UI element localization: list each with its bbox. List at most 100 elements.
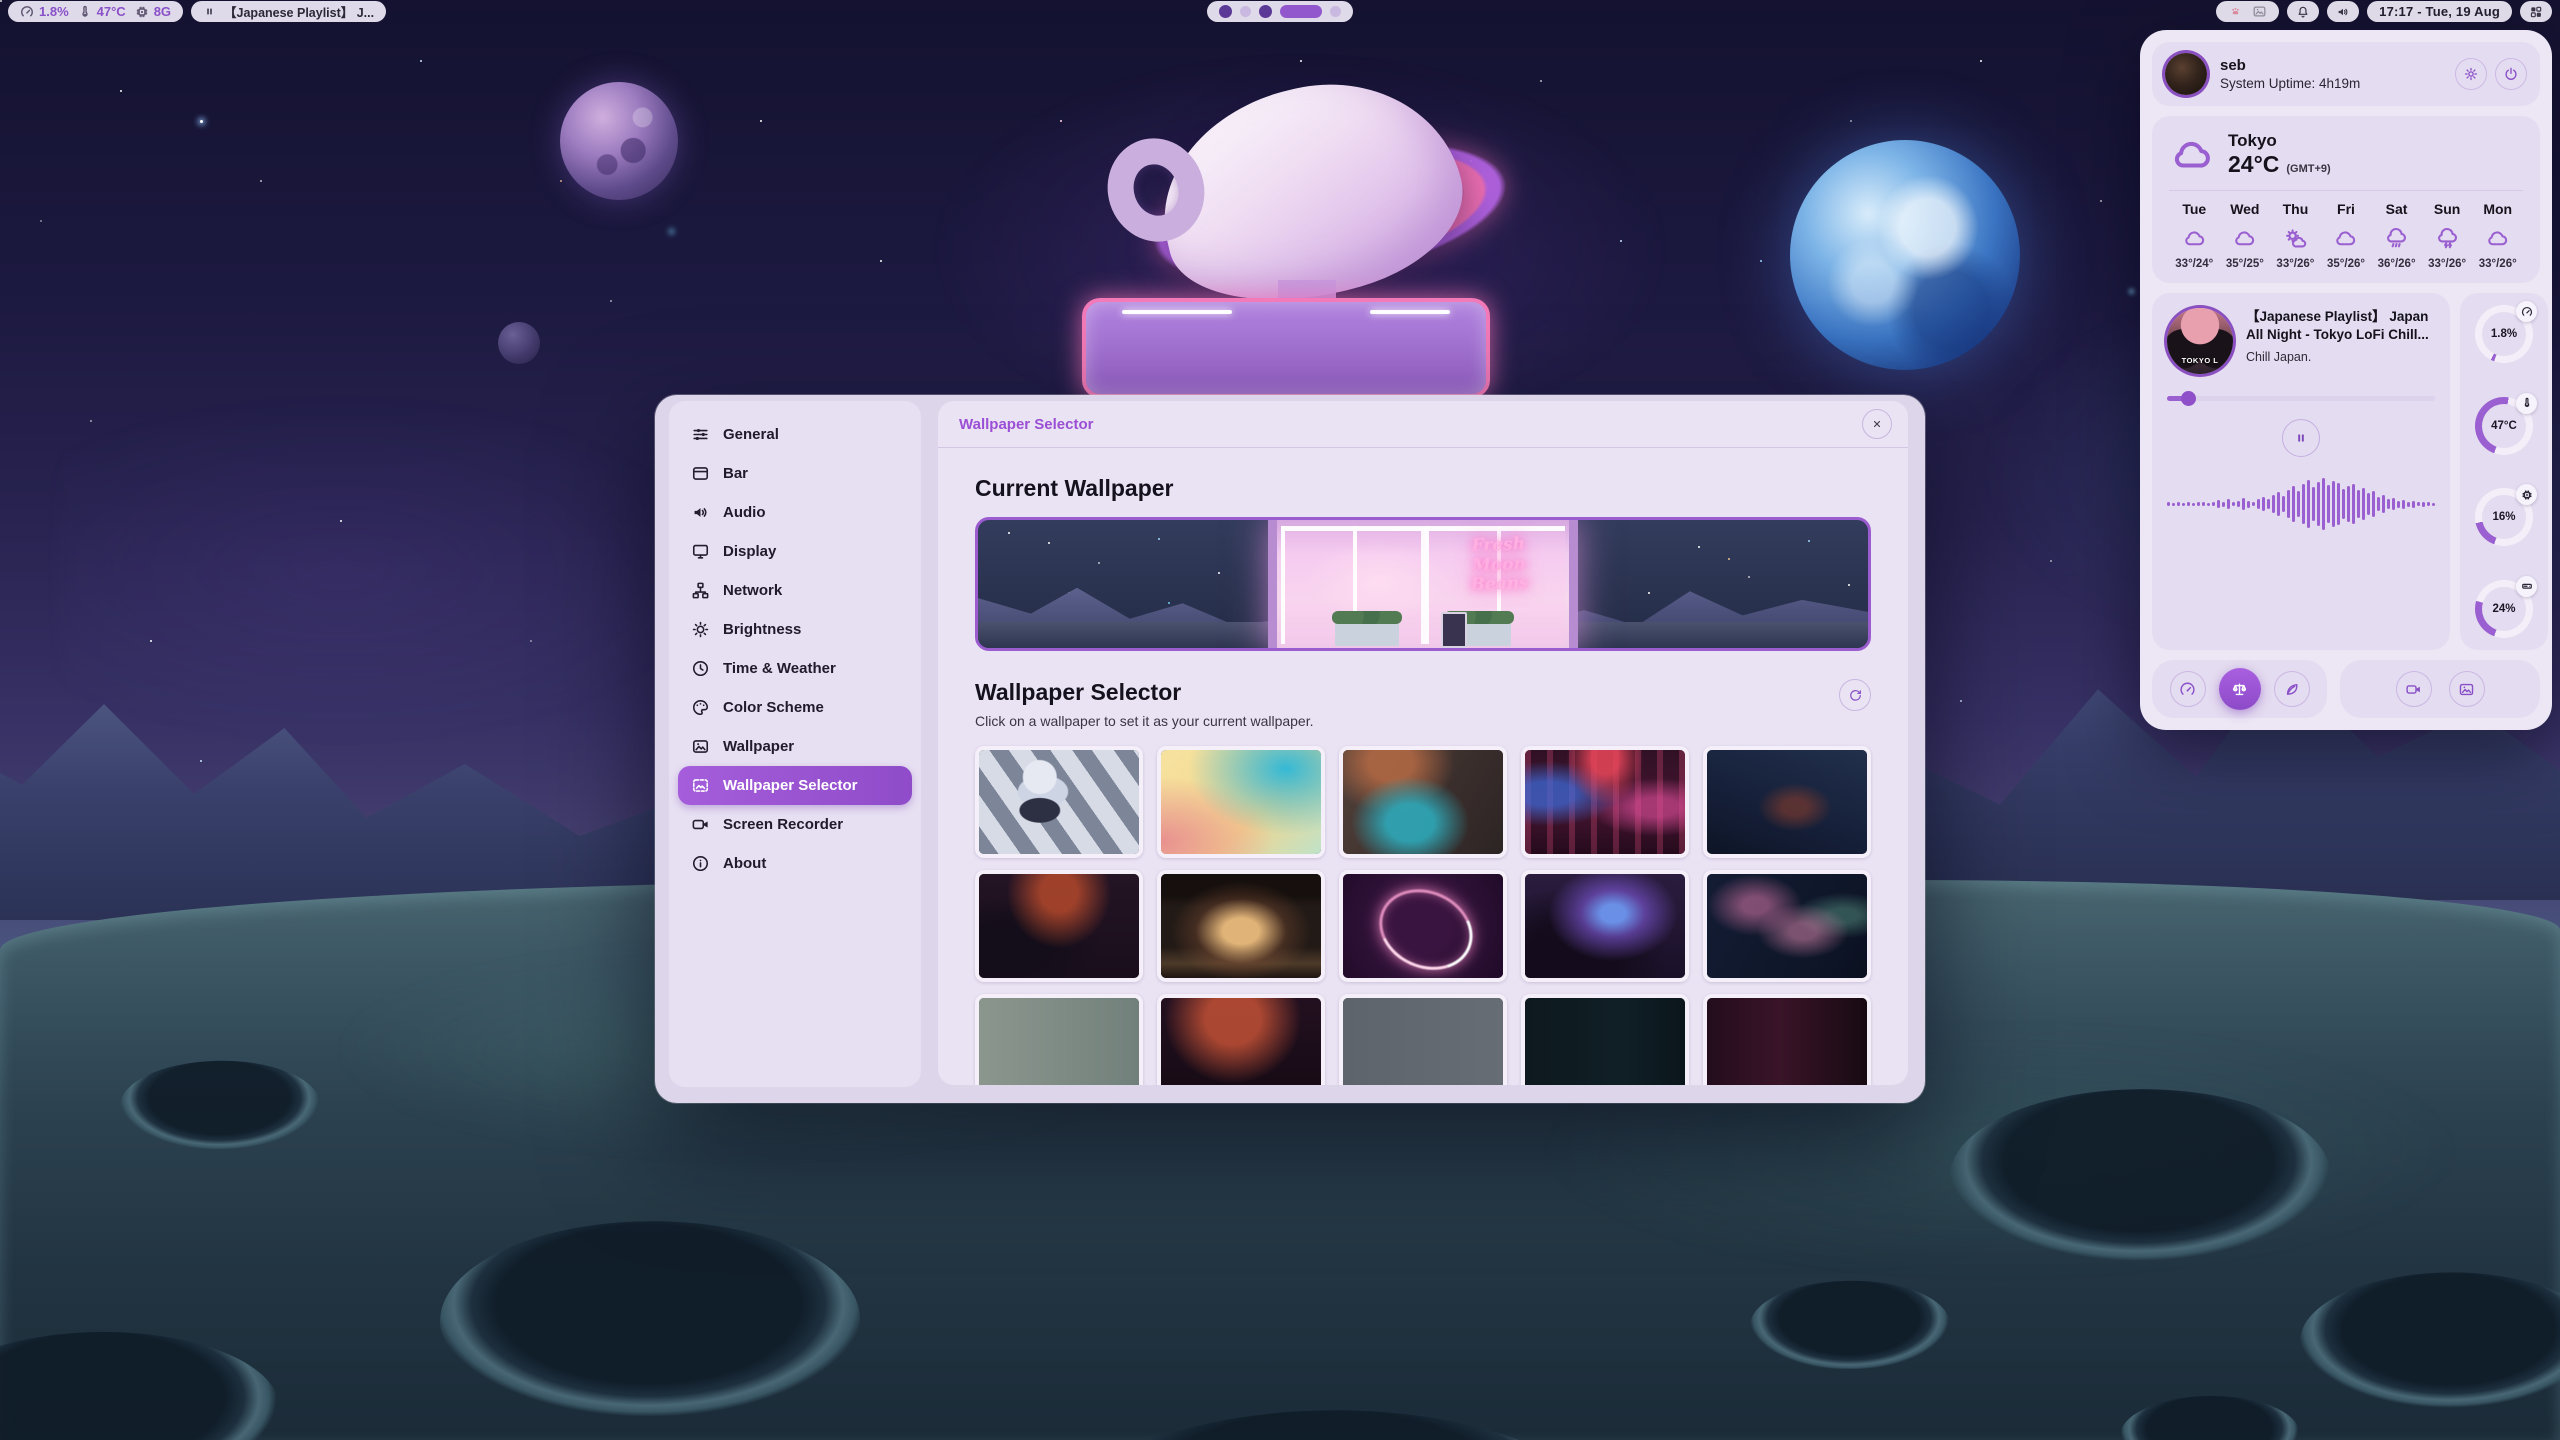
window-title: Wallpaper Selector [959, 416, 1094, 433]
sidebar-item-screen-recorder[interactable]: Screen Recorder [678, 805, 912, 844]
power-button[interactable] [2495, 58, 2527, 90]
wallpaper-thumb-mesh-wave[interactable] [1703, 870, 1871, 982]
media-progress-slider[interactable] [2167, 391, 2435, 406]
wallpaper-thumb-plum-haze[interactable] [1703, 994, 1871, 1085]
slider-knob[interactable] [2181, 391, 2196, 406]
system-stats-card: 1.8% 47°C 16% 24% [2460, 293, 2548, 650]
wallpaper-thumb-ember-forest[interactable] [975, 870, 1143, 982]
wallpaper-thumb-sage-field[interactable] [975, 994, 1143, 1085]
purple-planet [560, 82, 678, 200]
preview-menu-board [1441, 612, 1467, 648]
wallpaper-thumb-eclipse-ring[interactable] [1339, 870, 1507, 982]
shortcuts-group [2340, 660, 2540, 718]
settings-button[interactable] [2455, 58, 2487, 90]
wallpaper-thumb-lofi-cafe[interactable] [1157, 870, 1325, 982]
weather-forecast: Tue 33°/24° Wed 35°/25° Thu 33°/26° Fri … [2169, 201, 2523, 270]
sidebar-item-network[interactable]: Network [678, 571, 912, 610]
wallpaper-button[interactable] [2449, 671, 2485, 707]
wallpaper-thumb-neon-arcade[interactable] [1521, 746, 1689, 858]
media-title: 【Japanese Playlist】 Japan All Night - To… [2246, 308, 2435, 344]
user-name: seb [2220, 57, 2360, 74]
wallpaper-thumb-crimson-grove[interactable] [1157, 994, 1325, 1085]
weather-city: Tokyo [2228, 131, 2331, 151]
sidebar-item-display[interactable]: Display [678, 532, 912, 571]
mode-balanced-button[interactable] [2219, 668, 2261, 710]
workspace-dot-1[interactable] [1219, 5, 1232, 18]
audio-waveform [2167, 469, 2435, 539]
forecast-day-sat: Sat 36°/26° [2371, 201, 2422, 270]
stat-ring-thermo: 47°C [2475, 397, 2533, 455]
dashboard-button[interactable] [2520, 1, 2552, 22]
pause-icon [2293, 430, 2309, 446]
sidebar-item-color-scheme[interactable]: Color Scheme [678, 688, 912, 727]
forecast-day-thu: Thu 33°/26° [2270, 201, 2321, 270]
system-uptime: System Uptime: 4h19m [2220, 76, 2360, 91]
workspace-indicator[interactable] [1207, 1, 1353, 22]
clock-pill[interactable]: 17:17 - Tue, 19 Aug [2367, 1, 2512, 22]
bell-icon [2296, 5, 2310, 19]
paw-tray-icon[interactable] [2228, 4, 2243, 19]
wallpaper-thumb-nebula-forest[interactable] [1521, 870, 1689, 982]
top-bar: 1.8%47°C8G 【Japanese Playlist】 J... 17:1… [0, 0, 2560, 23]
preview-planter [1335, 622, 1399, 646]
system-tray[interactable] [2216, 1, 2279, 22]
gauge-icon [2516, 301, 2537, 322]
sidebar-item-brightness[interactable]: Brightness [678, 610, 912, 649]
blue-planet [1790, 140, 2020, 370]
app-grid-icon [2529, 5, 2543, 19]
user-avatar [2165, 53, 2207, 95]
sidebar-item-audio[interactable]: Audio [678, 493, 912, 532]
preview-cafe-storefront: Fresh Moon Beans [1268, 520, 1578, 651]
power-mode-group [2152, 660, 2327, 718]
sidebar-item-about[interactable]: About [678, 844, 912, 883]
close-icon [1871, 418, 1883, 430]
volume-button[interactable] [2327, 1, 2359, 22]
sidebar-item-bar[interactable]: Bar [678, 454, 912, 493]
refresh-button[interactable] [1839, 679, 1871, 711]
play-pause-button[interactable] [2282, 419, 2320, 457]
power-icon [2503, 66, 2519, 82]
system-stats-pill[interactable]: 1.8%47°C8G [8, 1, 183, 22]
preview-neon-sign: Fresh Moon Beans [1450, 534, 1548, 596]
pause-icon [203, 5, 216, 18]
wallpaper-thumb-dark-teal[interactable] [1521, 994, 1689, 1085]
media-player-card: TOKYO L 【Japanese Playlist】 Japan All Ni… [2152, 293, 2450, 650]
sidebar-item-time-weather[interactable]: Time & Weather [678, 649, 912, 688]
window-header: Wallpaper Selector [938, 401, 1908, 448]
wallpaper-thumb-pastel-gradient[interactable] [1157, 746, 1325, 858]
stat-ring-chip: 16% [2475, 488, 2533, 546]
close-button[interactable] [1862, 409, 1892, 439]
album-art: TOKYO L [2167, 308, 2233, 374]
wallpaper-thumb-blur-abstract[interactable] [1339, 746, 1507, 858]
neon-cafe-sign [1082, 298, 1490, 398]
forecast-day-sun: Sun 33°/26° [2422, 201, 2473, 270]
weather-card: Tokyo 24°C (GMT+9) Tue 33°/24° Wed 35°/2… [2152, 116, 2540, 283]
forecast-day-fri: Fri 35°/26° [2321, 201, 2372, 270]
chip-icon [2516, 484, 2537, 505]
preview-stars [1008, 532, 1010, 534]
bar-media-pill[interactable]: 【Japanese Playlist】 J... [191, 1, 386, 22]
bar-stat-gauge: 1.8% [20, 4, 69, 19]
sidebar-item-wallpaper[interactable]: Wallpaper [678, 727, 912, 766]
user-card: seb System Uptime: 4h19m [2152, 42, 2540, 106]
wallpaper-thumb-grey-landscape[interactable] [1339, 994, 1507, 1085]
wallpaper-thumb-night-ruins[interactable] [1703, 746, 1871, 858]
settings-main-panel: Wallpaper Selector Current Wallpaper Fre… [938, 401, 1908, 1085]
workspace-dot-3[interactable] [1259, 5, 1272, 18]
sidebar-item-wallpaper-selector[interactable]: Wallpaper Selector [678, 766, 912, 805]
forecast-day-mon: Mon 33°/26° [2472, 201, 2523, 270]
sidebar-item-general[interactable]: General [678, 415, 912, 454]
settings-window: GeneralBarAudioDisplayNetworkBrightnessT… [655, 395, 1925, 1103]
wallpaper-thumb-anime-crosswalk[interactable] [975, 746, 1143, 858]
workspace-dot-4[interactable] [1280, 5, 1322, 18]
mode-performance-button[interactable] [2170, 671, 2206, 707]
bar-stat-thermo: 47°C [78, 4, 126, 19]
notifications-button[interactable] [2287, 1, 2319, 22]
workspace-dot-5[interactable] [1330, 6, 1341, 17]
cloud-icon [2169, 132, 2215, 178]
mode-power-saver-button[interactable] [2274, 671, 2310, 707]
screen-record-button[interactable] [2396, 671, 2432, 707]
screenshot-tray-icon[interactable] [2252, 4, 2267, 19]
current-wallpaper-preview: Fresh Moon Beans [975, 517, 1871, 651]
workspace-dot-2[interactable] [1240, 6, 1251, 17]
